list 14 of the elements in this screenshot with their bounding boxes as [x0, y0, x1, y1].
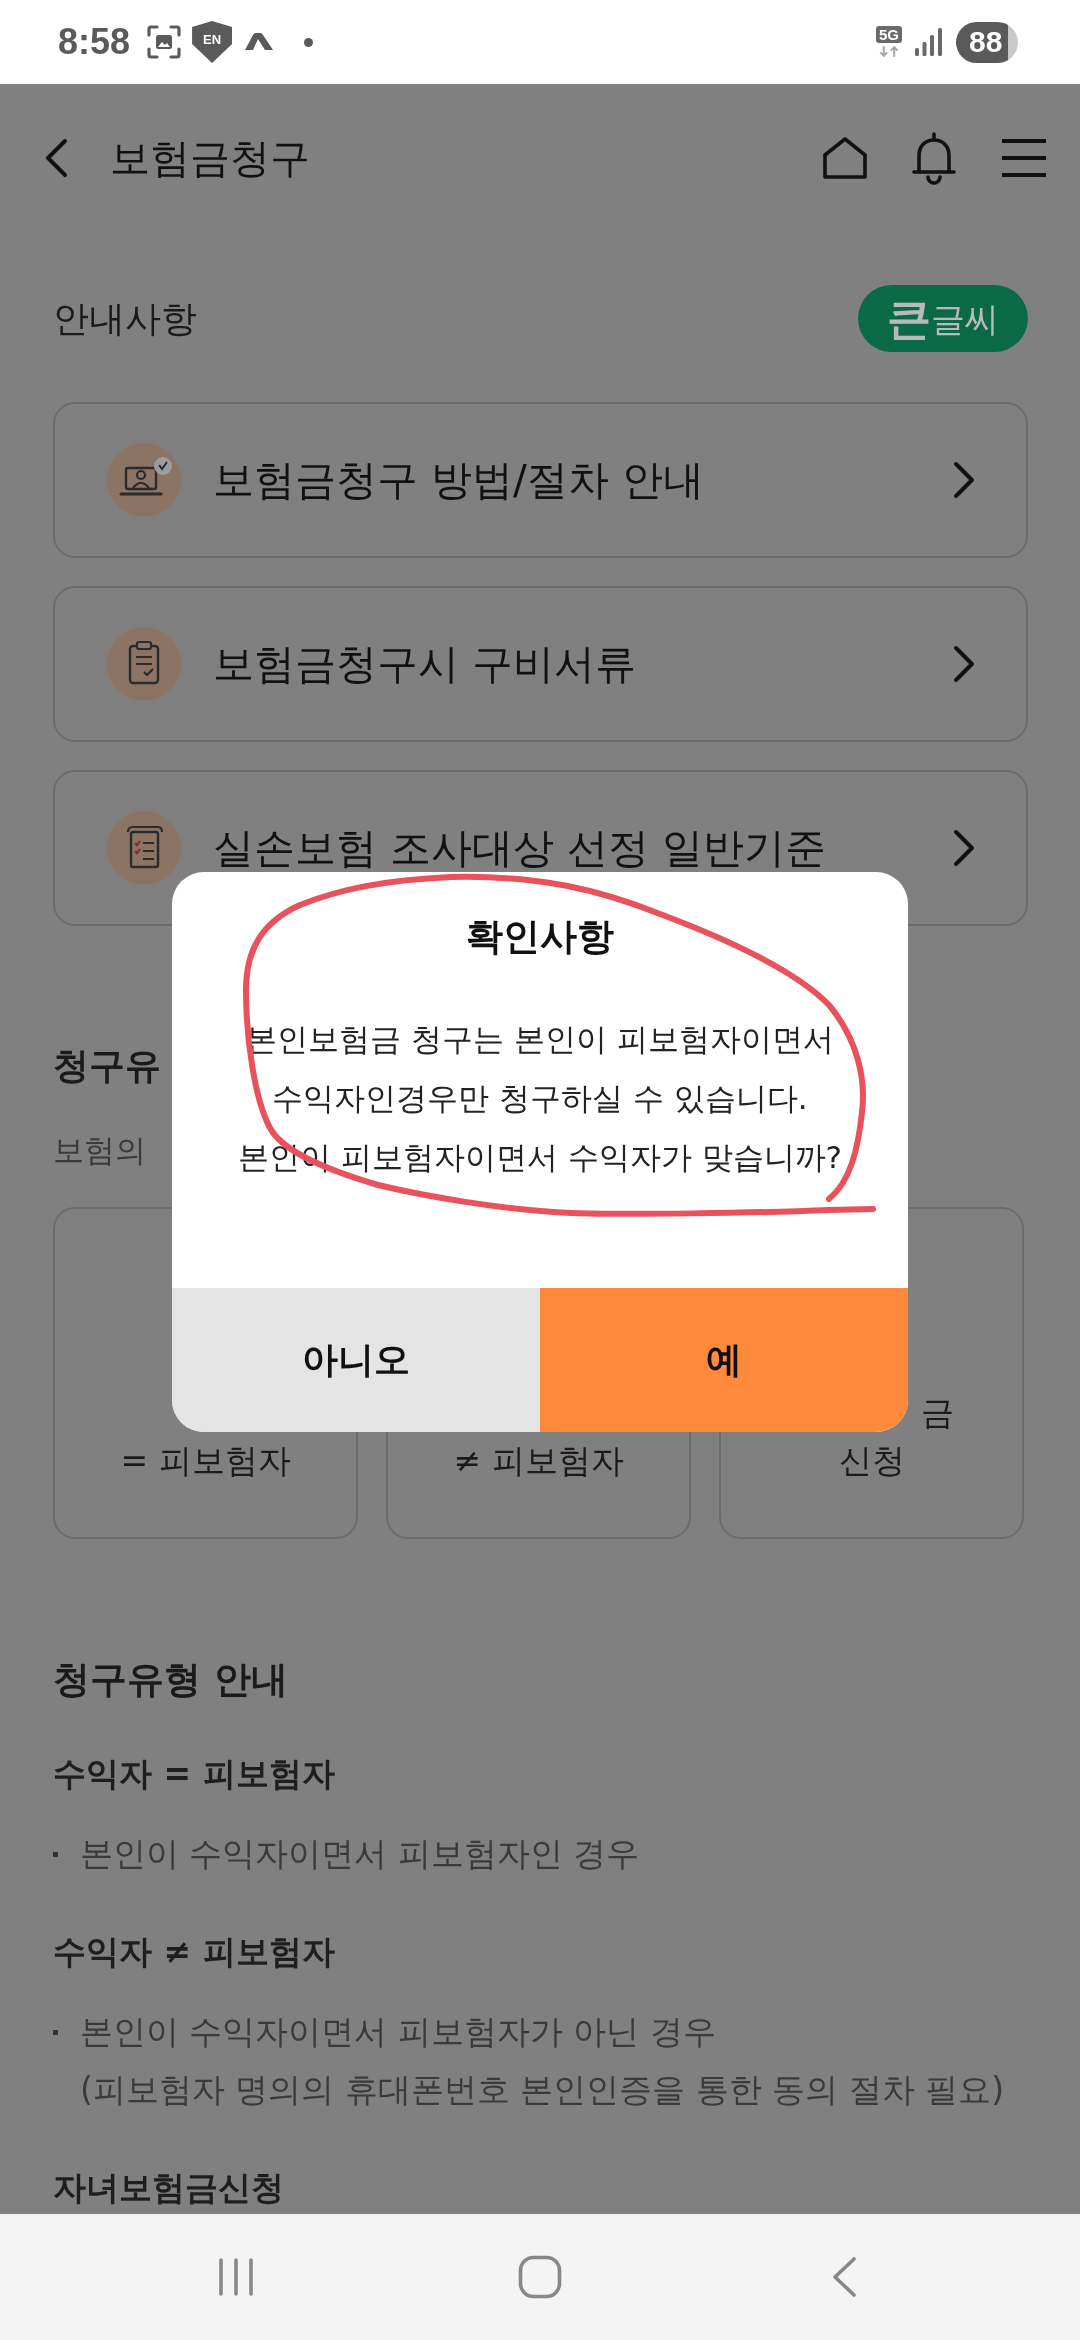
status-time: 8:58	[58, 22, 131, 62]
section-title: 청구유	[53, 1044, 161, 1088]
page-title: 보험금청구	[110, 134, 310, 183]
guide-heading: 자녀보험금신청	[53, 2169, 284, 2207]
guide-text: 본인이 수익자이면서 피보험자인 경우	[80, 1833, 640, 1875]
section-title: 청구유형 안내	[53, 1657, 288, 1703]
guide-heading: 수익자 = 피보험자	[53, 1755, 335, 1793]
network-type: 5G	[876, 26, 902, 43]
battery-indicator: 88	[956, 21, 1018, 63]
guide-heading: 수익자 ≠ 피보험자	[53, 1933, 335, 1971]
guide-text: 본인이 수익자이면서 피보험자가 아닌 경우 (피보험자 명의의 휴대폰번호 본인인증을 통한 동의 절차 필요)	[80, 2011, 1005, 2111]
vpn-shield-icon: EN	[192, 21, 233, 63]
section-title: 안내사항	[53, 296, 197, 341]
section-description: 보험의	[53, 1131, 146, 1170]
